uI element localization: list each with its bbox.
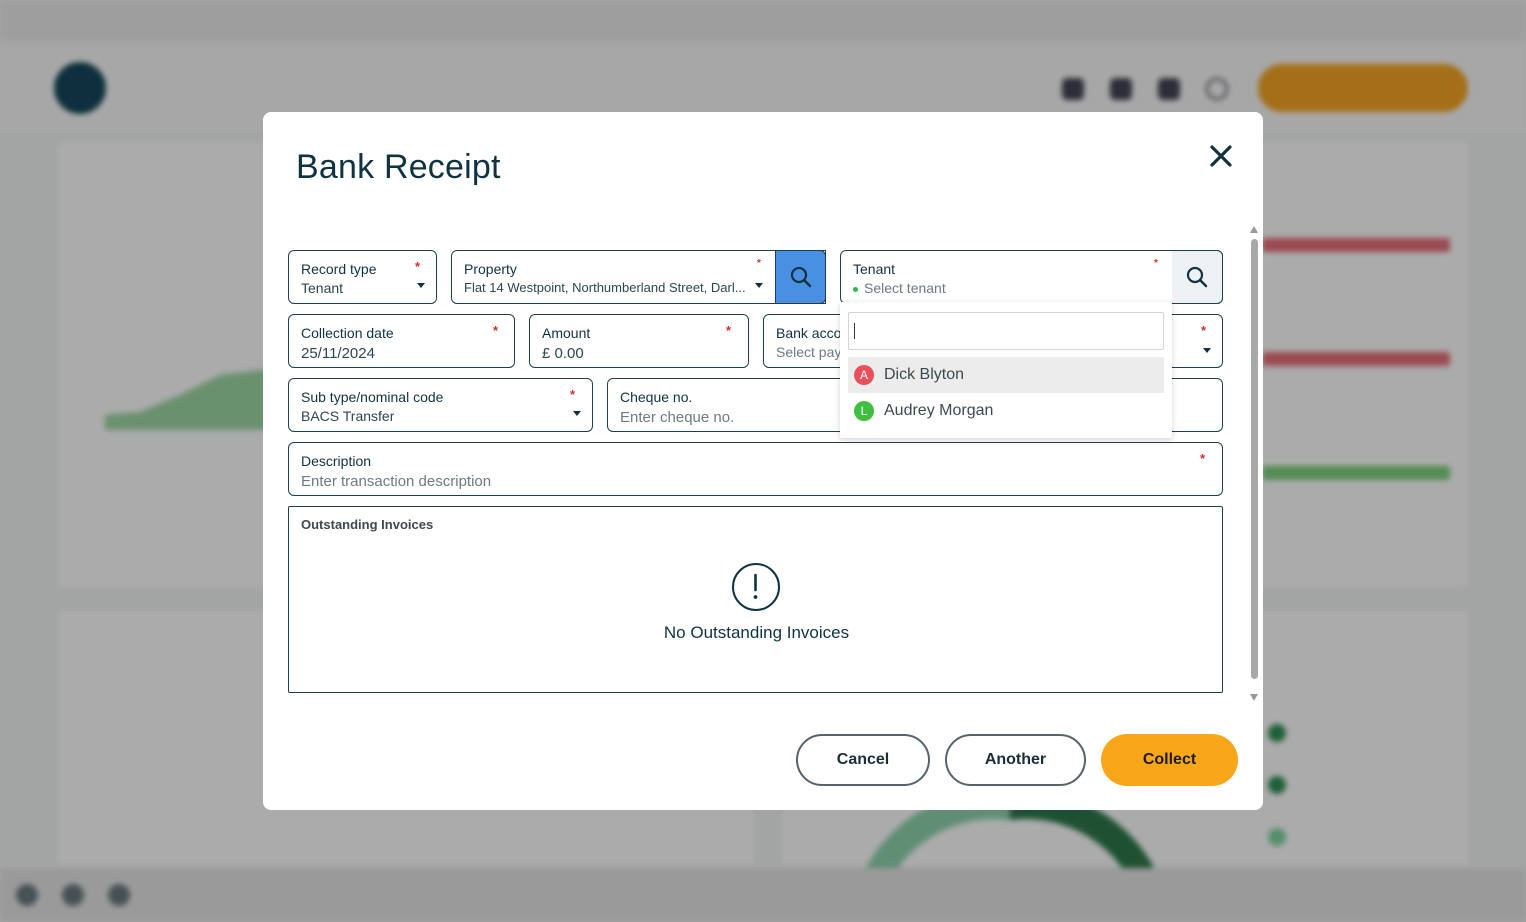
text-cursor <box>854 323 855 339</box>
required-marker: * <box>1154 258 1158 269</box>
tenant-placeholder-text: Select tenant <box>864 280 946 296</box>
required-marker: * <box>757 258 761 269</box>
bank-account-placeholder: Select pay <box>776 344 842 360</box>
property-value: Flat 14 Westpoint, Northumberland Street… <box>464 280 746 295</box>
sub-type-value: BACS Transfer <box>301 408 395 424</box>
cheque-placeholder: Enter cheque no. <box>620 409 735 426</box>
scroll-down-arrow[interactable] <box>1250 694 1258 701</box>
another-button[interactable]: Another <box>945 734 1086 786</box>
tenant-option-label: Dick Blyton <box>884 366 965 383</box>
record-type-select[interactable]: Record type * Tenant <box>288 250 437 304</box>
tenant-select[interactable]: Tenant * Select tenant <box>840 250 1223 304</box>
tenant-option-dick-blyton[interactable]: A Dick Blyton <box>848 357 1164 393</box>
bank-account-label: Bank acco <box>776 325 842 341</box>
description-label: Description <box>301 453 372 469</box>
required-marker: * <box>415 259 421 274</box>
close-icon <box>1210 145 1232 167</box>
bank-receipt-modal: Bank Receipt Record type * Tenant Proper… <box>263 112 1263 810</box>
cancel-button[interactable]: Cancel <box>796 734 930 786</box>
tenant-search-input[interactable] <box>848 312 1164 350</box>
no-invoices-message: No Outstanding Invoices <box>663 623 850 642</box>
description-field[interactable]: Description * Enter transaction descript… <box>288 442 1223 496</box>
avatar: A <box>854 365 874 385</box>
search-icon <box>1186 266 1208 288</box>
close-button[interactable] <box>1203 138 1239 174</box>
collection-date-value: 25/11/2024 <box>301 345 375 362</box>
scroll-up-arrow[interactable] <box>1250 226 1258 233</box>
property-label: Property <box>464 261 517 277</box>
tenant-option-audrey-morgan[interactable]: L Audrey Morgan <box>848 393 1164 429</box>
description-placeholder: Enter transaction description <box>301 473 492 490</box>
search-icon <box>790 266 811 288</box>
sub-type-select[interactable]: Sub type/nominal code * BACS Transfer <box>288 378 593 432</box>
tenant-dropdown: A Dick Blyton L Audrey Morgan <box>840 302 1172 438</box>
outstanding-invoices-panel: Outstanding Invoices No Outstanding Invo… <box>288 506 1223 693</box>
required-marker: * <box>1200 451 1206 466</box>
required-marker: * <box>1201 323 1207 338</box>
required-marker: * <box>570 387 576 402</box>
amount-value: £ 0.00 <box>542 345 584 362</box>
collect-button[interactable]: Collect <box>1101 734 1238 786</box>
scrollbar-thumb[interactable] <box>1251 239 1258 679</box>
tenant-label: Tenant <box>853 261 896 277</box>
modal-title: Bank Receipt <box>296 148 501 186</box>
property-search-button[interactable] <box>775 250 826 304</box>
property-select[interactable]: Property * Flat 14 Westpoint, Northumber… <box>451 250 826 304</box>
exclamation-circle-icon <box>732 563 780 611</box>
collection-date-label: Collection date <box>301 325 394 341</box>
required-marker: * <box>493 323 499 338</box>
amount-label: Amount <box>542 325 591 341</box>
chevron-down-icon <box>755 283 763 288</box>
chevron-down-icon <box>417 283 425 288</box>
outstanding-invoices-title: Outstanding Invoices <box>301 517 434 532</box>
chevron-down-icon <box>573 411 581 416</box>
avatar: L <box>854 401 874 421</box>
record-type-value: Tenant <box>301 280 344 296</box>
record-type-label: Record type <box>301 261 377 277</box>
tenant-option-label: Audrey Morgan <box>884 402 994 419</box>
tenant-placeholder: Select tenant <box>853 280 946 296</box>
status-dot-icon <box>853 286 858 292</box>
tenant-search-button[interactable] <box>1172 250 1223 304</box>
chevron-down-icon <box>1203 348 1211 353</box>
cheque-label: Cheque no. <box>620 389 693 405</box>
required-marker: * <box>726 323 732 338</box>
amount-field[interactable]: Amount * £ 0.00 <box>529 314 749 368</box>
collection-date-field[interactable]: Collection date * 25/11/2024 <box>288 314 515 368</box>
sub-type-label: Sub type/nominal code <box>301 389 444 405</box>
